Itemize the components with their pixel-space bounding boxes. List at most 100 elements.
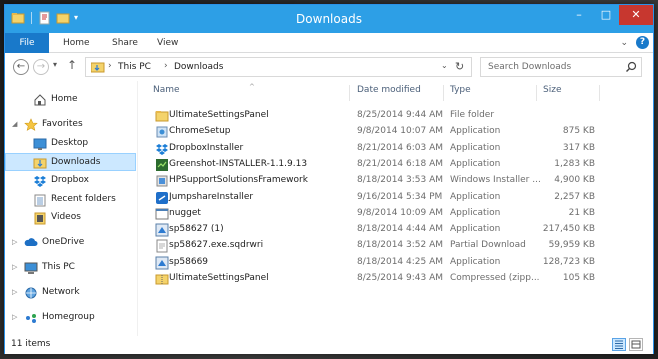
nav-item-videos[interactable]: Videos (5, 209, 136, 227)
large-icons-view-button[interactable] (629, 338, 643, 351)
nav-label: Videos (51, 212, 81, 222)
file-row[interactable]: JumpshareInstaller 9/16/2014 5:34 PM Appli… (145, 190, 653, 206)
file-row[interactable]: HPSupportSolutionsFramework 8/18/2014 3:5… (145, 173, 653, 189)
search-icon[interactable] (625, 61, 637, 73)
nav-item-onedrive[interactable]: ▷ OneDrive (5, 234, 136, 252)
nav-item-favorites[interactable]: ◢ Favorites (5, 116, 136, 134)
expand-icon[interactable]: ▷ (12, 238, 17, 246)
nav-item-downloads[interactable]: Downloads (5, 153, 136, 171)
expand-icon[interactable]: ▷ (12, 263, 17, 271)
file-row[interactable]: sp58669 8/18/2014 4:25 AM Application 128,7… (145, 255, 653, 271)
nav-item-recent-folders[interactable]: Recent folders (5, 191, 136, 209)
window-title: Downloads (296, 12, 362, 26)
up-button[interactable]: ↑ (67, 58, 77, 72)
file-row[interactable]: nugget 9/8/2014 10:09 AM Application 21 KB (145, 206, 653, 222)
close-button[interactable]: ✕ (619, 5, 653, 25)
file-row[interactable]: sp58627.exe.sqdrwri 8/18/2014 3:52 AM Part… (145, 238, 653, 254)
file-type: Application (450, 126, 501, 137)
nav-item-home[interactable]: Home (5, 91, 136, 109)
nav-item-desktop[interactable]: Desktop (5, 135, 136, 153)
greenshot-icon (155, 158, 169, 172)
column-header-date[interactable]: Date modified (357, 85, 421, 101)
dropbox-icon (155, 142, 169, 156)
breadcrumb-downloads[interactable]: Downloads (174, 62, 223, 72)
maximize-button[interactable]: □ (593, 5, 619, 25)
column-divider[interactable] (599, 85, 600, 101)
partial-download-icon (155, 239, 169, 253)
ribbon-right-controls: ⌄ ? (620, 36, 649, 49)
breadcrumb-separator: › (108, 61, 112, 71)
file-size: 4,900 KB (554, 175, 595, 186)
file-name: Greenshot-INSTALLER-1.1.9.13 (169, 158, 308, 169)
column-header-size[interactable]: Size (543, 85, 561, 101)
recent-locations-icon[interactable]: ▾ (53, 60, 57, 69)
file-type: Application (450, 191, 501, 202)
file-name: sp58669 (169, 256, 209, 267)
search-input[interactable]: Search Downloads (480, 57, 642, 77)
file-row[interactable]: Greenshot-INSTALLER-1.1.9.13 8/21/2014 6:… (145, 157, 653, 173)
file-type: Compressed (zipp... (450, 273, 540, 283)
zip-folder-icon (155, 272, 169, 286)
file-date-modified: 9/8/2014 10:07 AM (357, 126, 444, 137)
file-name: UltimateSettingsPanel (169, 273, 269, 283)
file-size: 217,450 KB (542, 224, 595, 235)
nav-label: Network (42, 287, 80, 297)
file-row[interactable]: DropboxInstaller 8/21/2014 6:03 AM Applica… (145, 141, 653, 157)
expand-icon[interactable]: ▷ (12, 313, 17, 321)
nav-item-homegroup[interactable]: ▷ Homegroup (5, 309, 136, 327)
nav-label: Homegroup (42, 312, 95, 322)
file-name: JumpshareInstaller (169, 191, 254, 202)
file-row[interactable]: sp58627 (1) 8/18/2014 4:44 AM Application 2… (145, 222, 653, 238)
file-type: Application (450, 142, 501, 153)
breadcrumb-this-pc[interactable]: This PC (118, 62, 151, 72)
back-button[interactable]: ← (13, 59, 29, 75)
star-icon (24, 118, 38, 132)
tab-file[interactable]: File (5, 33, 49, 53)
explorer-window: ▾ Downloads – □ ✕ File Home Share View ⌄… (4, 4, 654, 354)
tab-view[interactable]: View (157, 33, 178, 53)
nav-item-this-pc[interactable]: ▷ This PC (5, 259, 136, 277)
item-count: 11 items (11, 339, 51, 349)
expand-ribbon-icon[interactable]: ⌄ (620, 38, 628, 48)
column-divider[interactable] (536, 85, 537, 101)
file-date-modified: 8/18/2014 4:44 AM (357, 224, 444, 235)
expand-icon[interactable]: ▷ (12, 288, 17, 296)
nav-label: Favorites (42, 119, 83, 129)
tab-home[interactable]: Home (63, 33, 90, 53)
refresh-icon[interactable]: ↻ (455, 60, 464, 73)
sort-ascending-icon: ^ (249, 83, 255, 91)
file-size: 59,959 KB (548, 240, 595, 251)
videos-icon (33, 211, 47, 225)
column-header-type[interactable]: Type (450, 85, 471, 101)
nav-item-dropbox[interactable]: Dropbox (5, 172, 136, 190)
file-date-modified: 8/18/2014 3:52 AM (357, 240, 444, 251)
pane-divider[interactable] (137, 81, 138, 336)
address-bar[interactable]: › This PC › Downloads ⌄ ↻ (85, 57, 472, 77)
collapse-icon[interactable]: ◢ (12, 120, 17, 128)
jumpshare-icon (155, 191, 169, 205)
file-row[interactable]: ChromeSetup 9/8/2014 10:07 AM Application 8… (145, 124, 653, 140)
title-bar[interactable]: ▾ Downloads – □ ✕ (5, 5, 653, 33)
address-history-icon[interactable]: ⌄ (441, 61, 448, 70)
help-icon[interactable]: ? (636, 36, 649, 49)
forward-button[interactable]: → (33, 59, 49, 75)
setup-icon (155, 256, 169, 270)
breadcrumb-separator: › (164, 61, 168, 71)
file-row[interactable]: UltimateSettingsPanel 8/25/2014 9:44 AM Fi… (145, 108, 653, 124)
nav-label: OneDrive (42, 237, 85, 247)
file-row[interactable]: UltimateSettingsPanel 8/25/2014 9:43 AM Co… (145, 271, 653, 287)
tab-share[interactable]: Share (112, 33, 138, 53)
file-date-modified: 8/25/2014 9:43 AM (357, 273, 444, 283)
column-divider[interactable] (349, 85, 350, 101)
network-icon (24, 286, 38, 300)
nav-item-network[interactable]: ▷ Network (5, 284, 136, 302)
file-type: Windows Installer ... (450, 175, 541, 186)
details-view-button[interactable] (612, 338, 626, 351)
desktop-icon (33, 137, 47, 151)
app-icon (155, 207, 169, 221)
file-date-modified: 8/21/2014 6:03 AM (357, 142, 444, 153)
minimize-button[interactable]: – (565, 5, 593, 25)
column-divider[interactable] (443, 85, 444, 101)
nav-label: This PC (42, 262, 75, 272)
column-header-name[interactable]: ^ Name (153, 83, 255, 101)
